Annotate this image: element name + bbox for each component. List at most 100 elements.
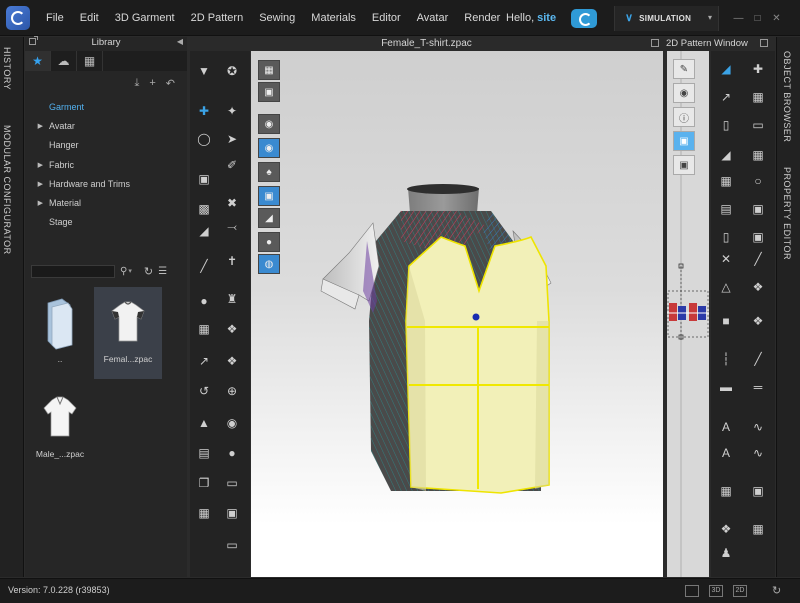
menu-edit[interactable]: Edit [72, 12, 107, 24]
menu-avatar[interactable]: Avatar [409, 12, 457, 24]
fill-pattern-icon[interactable]: ■ [715, 311, 737, 331]
knife-icon[interactable]: ╱ [747, 249, 769, 269]
arrange-icon[interactable]: ▩ [194, 199, 214, 219]
tab-modular-configurator[interactable]: MODULAR CONFIGURATOR [2, 125, 12, 255]
minimize-icon[interactable]: — [733, 13, 744, 24]
menu-editor[interactable]: Editor [364, 12, 409, 24]
tshirt-tool-icon[interactable]: ▣ [194, 169, 214, 189]
lasso-icon[interactable]: ◯ [194, 129, 214, 149]
2d-popout-icon[interactable] [760, 39, 768, 47]
pattern-pieces[interactable] [667, 51, 709, 577]
view-garment-icon[interactable]: ▦ [258, 60, 280, 80]
rectangle-icon[interactable]: ▭ [747, 115, 769, 135]
edit-pattern-icon[interactable]: ◢ [715, 59, 737, 79]
show-pattern-eye-icon[interactable]: ◉ [673, 83, 695, 103]
maximize-icon[interactable]: □ [752, 13, 763, 24]
book-icon[interactable]: ▦ [194, 503, 214, 523]
popout-icon[interactable] [29, 36, 38, 45]
menu-sewing[interactable]: Sewing [251, 12, 303, 24]
box-icon[interactable]: ▦ [747, 519, 769, 539]
tag-icon[interactable]: ▭ [222, 535, 242, 555]
garment-3d-view[interactable] [251, 51, 663, 577]
point-edit-icon[interactable]: ▦ [747, 87, 769, 107]
polygon-icon[interactable]: ▯ [715, 115, 737, 135]
ruler-icon[interactable]: ▬ [715, 377, 737, 397]
zigzag-icon[interactable]: ∿ [747, 417, 769, 437]
menu-render[interactable]: Render [456, 12, 508, 24]
transform-icon[interactable]: ✚ [194, 101, 214, 121]
3d-popout-icon[interactable] [651, 39, 659, 47]
avatar-pose-icon[interactable]: ✪ [222, 61, 242, 81]
ellipse-icon[interactable]: ○ [747, 171, 769, 191]
measure-2d-icon[interactable]: ┆ [715, 349, 737, 369]
tree-item-garment[interactable]: Garment [25, 97, 187, 116]
line-icon[interactable]: ╱ [194, 256, 214, 276]
texture-view-icon[interactable]: ◢ [258, 208, 280, 228]
tab-history[interactable]: HISTORY [2, 47, 12, 90]
cut-icon[interactable]: ✕ [715, 249, 737, 269]
menu-2d-pattern[interactable]: 2D Pattern [183, 12, 252, 24]
fabric-pattern-icon[interactable]: ▣ [673, 131, 695, 151]
text-tool-icon[interactable]: A [715, 417, 737, 437]
lock-shirt-icon[interactable]: ▣ [673, 155, 695, 175]
photo-icon[interactable]: ▣ [747, 481, 769, 501]
graphic-icon[interactable]: ▲ [194, 413, 214, 433]
pattern-grid-icon[interactable]: ❖ [747, 277, 769, 297]
align-icon[interactable]: ▣ [222, 503, 242, 523]
edit-curve-icon[interactable]: ↗ [715, 87, 737, 107]
close-icon[interactable]: ✕ [771, 13, 782, 24]
pattern-tile-icon[interactable]: ❖ [747, 311, 769, 331]
tab-property-editor[interactable]: PROPERTY EDITOR [782, 167, 792, 260]
dart-icon[interactable]: ▤ [715, 199, 737, 219]
expand-arrow-icon[interactable]: ▶ [25, 199, 49, 207]
tshirt-2d-icon[interactable]: ▣ [747, 227, 769, 247]
info-icon[interactable]: ⓘ [673, 107, 695, 127]
view-shirt-icon[interactable]: ▣ [258, 82, 280, 102]
tree-item-avatar[interactable]: ▶ Avatar [25, 116, 187, 135]
pin-icon[interactable]: ➤ [222, 129, 242, 149]
texture-icon[interactable]: ❖ [222, 319, 242, 339]
show-mesh-icon[interactable]: ◉ [258, 138, 280, 158]
stitch-icon[interactable]: ∿ [747, 443, 769, 463]
search-dropdown-icon[interactable]: ▾ [128, 267, 132, 275]
cloud-icon[interactable] [571, 9, 597, 28]
spray-icon[interactable]: ❖ [715, 519, 737, 539]
2d-pattern-canvas[interactable] [667, 51, 709, 577]
3d-viewport[interactable] [251, 51, 663, 577]
brush-icon[interactable]: ✐ [222, 155, 242, 175]
refresh-icon[interactable]: ↻ [144, 265, 153, 278]
avatar-figure-icon[interactable]: ♟ [715, 543, 737, 563]
select-mesh-icon[interactable]: ✦ [222, 101, 242, 121]
add-icon[interactable]: + [149, 77, 155, 93]
tab-object-browser[interactable]: OBJECT BROWSER [782, 51, 792, 142]
line-2d-icon[interactable]: ╱ [747, 349, 769, 369]
folder-pattern-icon[interactable]: ▦ [715, 171, 737, 191]
needle-icon[interactable]: ↗ [194, 351, 214, 371]
rotate-icon[interactable]: ↺ [194, 381, 214, 401]
2d-view-button[interactable]: 2D [733, 585, 747, 597]
download-icon[interactable]: ⤓ [134, 77, 139, 93]
list-view-icon[interactable]: ☰ [158, 266, 167, 277]
arrow-down-icon[interactable]: ▼ [194, 61, 214, 81]
tree-item-hardware-and-trims[interactable]: ▶ Hardware and Trims [25, 174, 187, 193]
pleat-icon[interactable]: ▦ [747, 145, 769, 165]
shop-tab-bag-icon[interactable]: ▦ [77, 51, 103, 71]
topstitch-icon[interactable]: ⊕ [222, 381, 242, 401]
back-icon[interactable]: ↶ [166, 77, 175, 93]
search-icon[interactable]: ⚲ [120, 266, 127, 277]
file-item-male-vneck[interactable]: Male_...zpac [26, 382, 94, 474]
app-logo-icon[interactable] [6, 6, 30, 30]
fabric-view-icon[interactable]: ▣ [258, 186, 280, 206]
internal-shape-icon[interactable]: ◢ [715, 145, 737, 165]
tree-item-material[interactable]: ▶ Material [25, 193, 187, 212]
button-hole-icon[interactable]: ◉ [222, 413, 242, 433]
expand-arrow-icon[interactable]: ▶ [25, 122, 49, 130]
seam-allowance-icon[interactable]: ▯ [715, 227, 737, 247]
3d-view-button[interactable]: 3D [709, 585, 723, 597]
globe-icon[interactable]: ◍ [258, 254, 280, 274]
expand-arrow-icon[interactable]: ▶ [25, 180, 49, 188]
file-item-parent-folder[interactable]: .. [26, 287, 94, 379]
show-avatar-icon[interactable]: ♠ [258, 162, 280, 182]
sewing-icon[interactable]: ✝ [222, 251, 242, 271]
tree-item-fabric[interactable]: ▶ Fabric [25, 155, 187, 174]
